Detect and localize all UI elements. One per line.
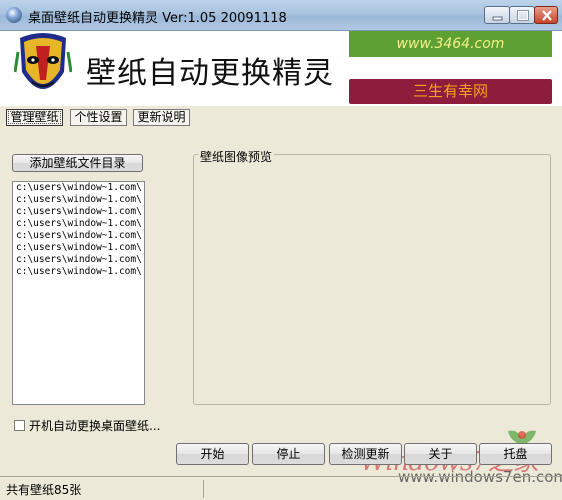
- list-item[interactable]: c:\users\window~1.com\: [13, 194, 144, 206]
- banner-site-url[interactable]: www.3464.com: [349, 31, 552, 57]
- tab-update-notes[interactable]: 更新说明: [133, 109, 190, 126]
- list-item[interactable]: c:\users\window~1.com\: [13, 266, 144, 278]
- minimize-icon: [492, 16, 503, 21]
- maximize-button[interactable]: [509, 6, 535, 24]
- opera-mask-logo: [14, 33, 72, 89]
- check-update-button[interactable]: 检测更新: [329, 443, 402, 465]
- tab-personal-settings[interactable]: 个性设置: [70, 109, 127, 126]
- list-item[interactable]: c:\users\window~1.com\: [13, 254, 144, 266]
- list-item[interactable]: c:\users\window~1.com\: [13, 230, 144, 242]
- maximize-icon: [517, 10, 529, 21]
- minimize-button[interactable]: [484, 6, 510, 24]
- preview-group-label: 壁纸图像预览: [198, 148, 275, 165]
- autostart-checkbox[interactable]: [14, 420, 25, 431]
- about-button[interactable]: 关于: [404, 443, 477, 465]
- tab-manage-wallpaper[interactable]: 管理壁纸: [6, 109, 63, 126]
- app-icon[interactable]: [6, 7, 22, 23]
- autostart-checkbox-label[interactable]: 开机自动更换桌面壁纸...: [29, 417, 160, 434]
- status-divider: [203, 480, 204, 498]
- directory-list[interactable]: c:\users\window~1.com\ c:\users\window~1…: [12, 181, 145, 405]
- title-bar[interactable]: 桌面壁纸自动更换精灵 Ver:1.05 20091118: [0, 0, 562, 31]
- wallpaper-count: 共有壁纸85张: [6, 483, 82, 497]
- banner-slogan[interactable]: 三生有幸网: [349, 79, 552, 104]
- tray-button[interactable]: 托盘: [479, 443, 552, 465]
- status-bar: 共有壁纸85张: [0, 476, 562, 500]
- list-item[interactable]: c:\users\window~1.com\: [13, 218, 144, 230]
- list-item[interactable]: c:\users\window~1.com\: [13, 206, 144, 218]
- list-item[interactable]: c:\users\window~1.com\: [13, 242, 144, 254]
- app-window: 桌面壁纸自动更换精灵 Ver:1.05 20091118 壁纸自动更换精灵 ww…: [0, 0, 562, 500]
- close-icon: [542, 10, 552, 21]
- start-button[interactable]: 开始: [176, 443, 249, 465]
- list-item[interactable]: c:\users\window~1.com\: [13, 182, 144, 194]
- close-button[interactable]: [534, 6, 558, 24]
- stop-button[interactable]: 停止: [252, 443, 325, 465]
- add-directory-button[interactable]: 添加壁纸文件目录: [12, 154, 143, 172]
- header-banner: 壁纸自动更换精灵 www.3464.com 三生有幸网: [0, 31, 562, 106]
- window-title: 桌面壁纸自动更换精灵 Ver:1.05 20091118: [28, 11, 287, 26]
- banner-title: 壁纸自动更换精灵: [86, 56, 334, 91]
- preview-group: [193, 154, 551, 405]
